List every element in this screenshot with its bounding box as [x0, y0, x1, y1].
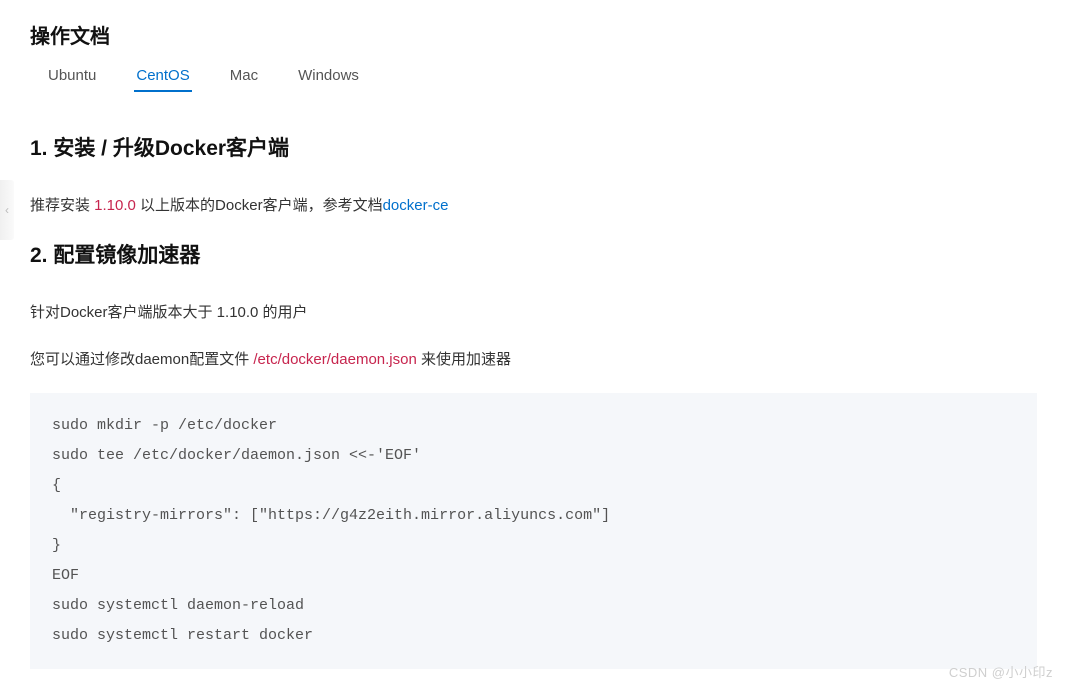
tab-windows[interactable]: Windows — [298, 67, 359, 92]
page-title: 操作文档 — [30, 20, 1037, 49]
section1-text-prefix: 推荐安装 — [30, 197, 94, 214]
docker-ce-link[interactable]: docker-ce — [383, 197, 449, 214]
os-tabs: Ubuntu CentOS Mac Windows — [30, 67, 1037, 92]
section2-text-suffix: 来使用加速器 — [417, 351, 511, 368]
tab-mac[interactable]: Mac — [230, 67, 258, 92]
section2-paragraph-2: 您可以通过修改daemon配置文件 /etc/docker/daemon.jso… — [30, 346, 1037, 373]
code-block[interactable]: sudo mkdir -p /etc/docker sudo tee /etc/… — [30, 393, 1037, 669]
section2-text-prefix: 您可以通过修改daemon配置文件 — [30, 351, 253, 368]
section1-text-mid: 以上版本的Docker客户端，参考文档 — [136, 197, 383, 214]
collapse-handle[interactable]: ‹ — [0, 180, 14, 240]
version-text: 1.10.0 — [94, 197, 136, 214]
section1-paragraph: 推荐安装 1.10.0 以上版本的Docker客户端，参考文档docker-ce — [30, 192, 1037, 219]
section1-heading: 1. 安装 / 升级Docker客户端 — [30, 132, 1037, 162]
section2-paragraph-1: 针对Docker客户端版本大于 1.10.0 的用户 — [30, 299, 1037, 326]
section2-heading: 2. 配置镜像加速器 — [30, 239, 1037, 269]
chevron-left-icon: ‹ — [5, 203, 9, 217]
tab-centos[interactable]: CentOS — [136, 67, 189, 92]
config-path: /etc/docker/daemon.json — [253, 351, 416, 368]
tab-ubuntu[interactable]: Ubuntu — [48, 67, 96, 92]
